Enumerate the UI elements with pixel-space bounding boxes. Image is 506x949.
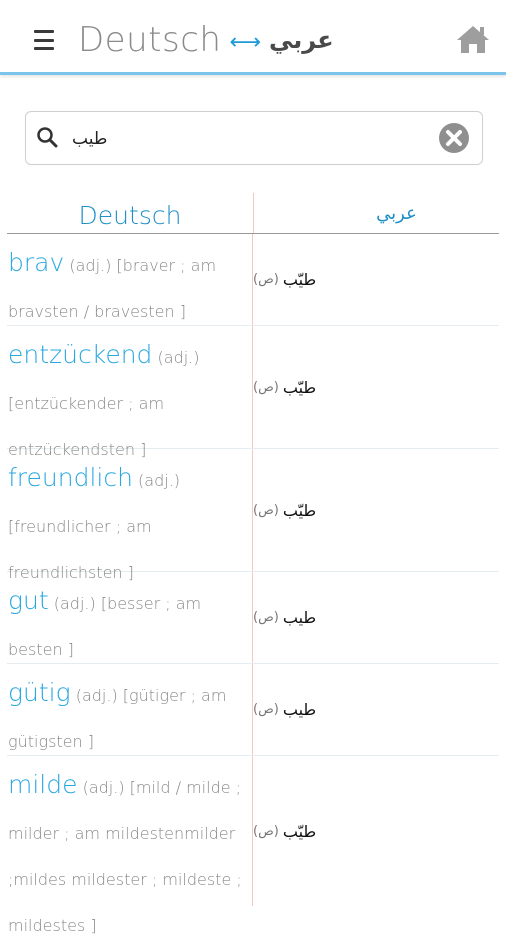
- part-of-speech: (ص): [253, 272, 279, 287]
- arabic-word[interactable]: طيّب: [283, 270, 316, 289]
- table-row[interactable]: brav (adj.) [braver ; am bravsten / brav…: [7, 234, 499, 326]
- table-row[interactable]: entzückend (adj.) [entzückender ; am ent…: [7, 326, 499, 459]
- arabic-word[interactable]: طيب: [283, 608, 316, 627]
- clear-search-icon[interactable]: [438, 122, 470, 154]
- results-table: Deutsch عربي brav (adj.) [braver ; am br…: [7, 193, 499, 935]
- german-cell: gut (adj.) [besser ; am besten ]: [7, 572, 253, 663]
- home-icon[interactable]: [456, 24, 490, 54]
- table-header: Deutsch عربي: [7, 193, 499, 234]
- part-of-speech: (ص): [253, 610, 279, 625]
- arabic-word[interactable]: طيّب: [283, 378, 316, 397]
- column-header-deutsch: Deutsch: [7, 193, 254, 233]
- table-row[interactable]: gut (adj.) [besser ; am besten ] طيب (ص): [7, 572, 499, 664]
- hamburger-menu-icon[interactable]: [34, 30, 54, 50]
- german-word[interactable]: freundlich: [8, 463, 133, 492]
- title-arabic: عربي: [268, 26, 334, 54]
- arabic-word[interactable]: طيّب: [283, 501, 316, 520]
- swap-arrow-icon: ⟷: [229, 29, 261, 55]
- part-of-speech: (ص): [253, 379, 279, 395]
- german-cell: gütig (adj.) [gütiger ; am gütigsten ]: [7, 664, 253, 755]
- search-icon[interactable]: [36, 126, 58, 148]
- column-header-arabic: عربي: [376, 202, 417, 224]
- german-word[interactable]: entzückend: [8, 340, 152, 369]
- part-of-speech: (ص): [253, 702, 279, 717]
- app-header: Deutsch ⟷ عربي: [0, 0, 506, 75]
- german-word[interactable]: gütig: [8, 678, 71, 707]
- search-box: [25, 111, 483, 165]
- table-row[interactable]: gütig (adj.) [gütiger ; am gütigsten ] ط…: [7, 664, 499, 756]
- german-word[interactable]: brav: [8, 248, 64, 277]
- part-of-speech: (ص): [253, 823, 279, 839]
- arabic-cell: طيّب (ص): [253, 234, 499, 325]
- table-row[interactable]: milde (adj.) [mild / milde ; milder ; am…: [7, 756, 499, 935]
- arabic-word[interactable]: طيّب: [283, 822, 316, 841]
- grammar-info: (adj.) [mild / milde ; milder ; am milde…: [8, 778, 242, 935]
- arabic-cell: طيّب (ص): [253, 756, 499, 906]
- part-of-speech: (ص): [253, 502, 279, 518]
- app-title: Deutsch ⟷ عربي: [78, 18, 334, 62]
- arabic-word[interactable]: طيب: [283, 700, 316, 719]
- table-row[interactable]: freundlich (adj.) [freundlicher ; am fre…: [7, 449, 499, 582]
- arabic-cell: طيب (ص): [253, 572, 499, 663]
- arabic-cell: طيّب (ص): [253, 326, 499, 448]
- german-cell: milde (adj.) [mild / milde ; milder ; am…: [7, 756, 253, 935]
- german-cell: entzückend (adj.) [entzückender ; am ent…: [7, 326, 253, 459]
- title-deutsch: Deutsch: [78, 20, 222, 60]
- search-input[interactable]: [70, 120, 434, 158]
- german-word[interactable]: milde: [8, 770, 78, 799]
- german-cell: freundlich (adj.) [freundlicher ; am fre…: [7, 449, 253, 582]
- german-word[interactable]: gut: [8, 586, 49, 615]
- arabic-cell: طيب (ص): [253, 664, 499, 755]
- arabic-cell: طيّب (ص): [253, 449, 499, 571]
- german-cell: brav (adj.) [braver ; am bravsten / brav…: [7, 234, 253, 325]
